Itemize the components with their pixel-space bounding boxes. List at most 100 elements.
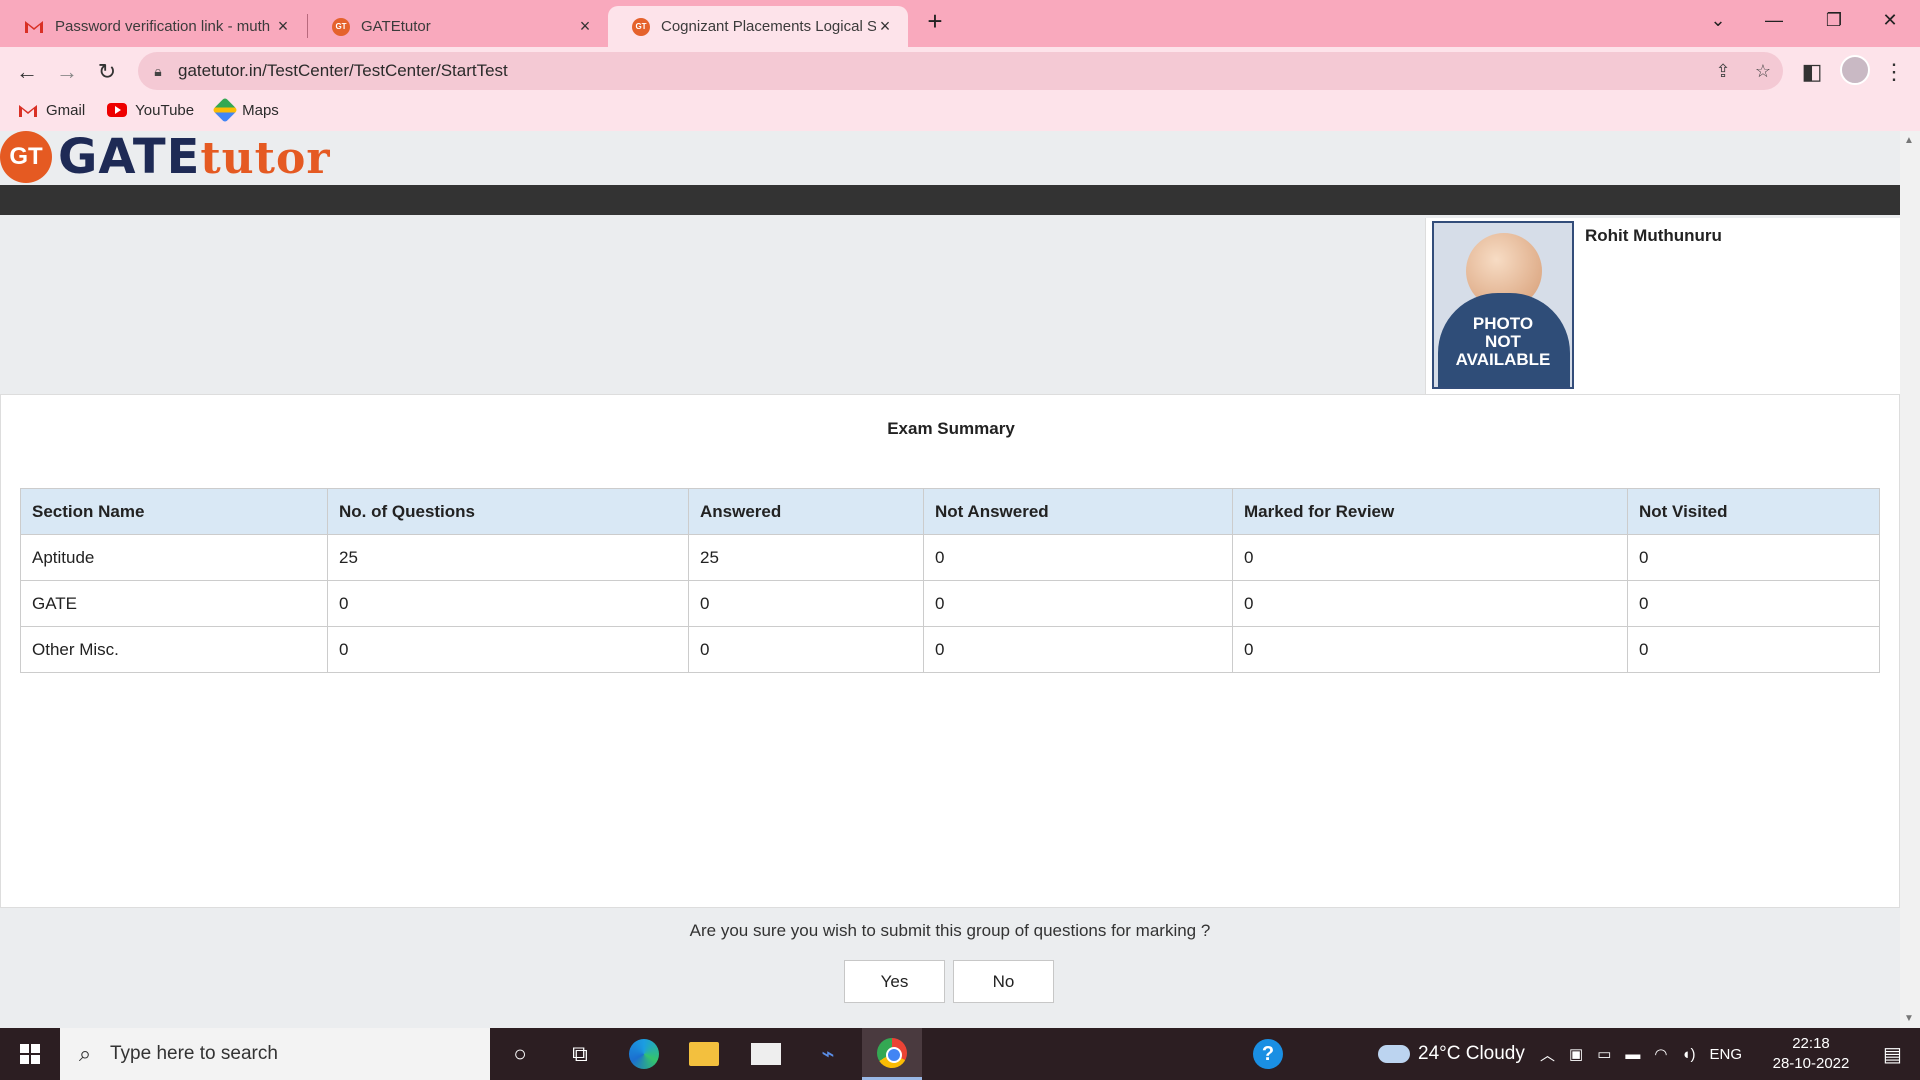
start-button[interactable] <box>0 1028 60 1080</box>
table-cell: 0 <box>688 580 924 627</box>
clock-time: 22:18 <box>1792 1035 1830 1052</box>
mail-app[interactable] <box>736 1028 796 1080</box>
address-bar[interactable]: 🔒︎ gatetutor.in/TestCenter/TestCenter/St… <box>138 52 1783 90</box>
bookmark-gmail[interactable]: Gmail <box>18 102 85 119</box>
gmail-icon <box>25 21 43 33</box>
table-row: Other Misc. 0 0 0 0 0 <box>20 626 1880 673</box>
bookmark-maps[interactable]: Maps <box>212 97 279 123</box>
table-row: GATE 0 0 0 0 0 <box>20 580 1880 627</box>
windows-logo-icon <box>20 1044 40 1064</box>
site-header: GT GATEtutor <box>0 129 1900 185</box>
search-placeholder: Type here to search <box>110 1043 278 1064</box>
language-indicator[interactable]: ENG <box>1710 1046 1743 1063</box>
url-text[interactable]: gatetutor.in/TestCenter/TestCenter/Start… <box>178 61 1703 81</box>
scroll-up-icon[interactable]: ▲ <box>1904 135 1914 146</box>
reload-icon[interactable]: ↻ <box>90 55 124 89</box>
exam-summary-table: Section Name No. of Questions Answered N… <box>20 488 1880 673</box>
table-cell: 0 <box>923 580 1233 627</box>
back-icon[interactable]: ← <box>10 55 44 89</box>
photo-caption: PHOTO NOT AVAILABLE <box>1434 315 1572 369</box>
table-cell: 0 <box>1232 580 1628 627</box>
table-cell: 0 <box>688 626 924 673</box>
close-icon[interactable]: × <box>274 16 292 37</box>
table-cell: Aptitude <box>20 534 328 581</box>
logo-accent-text: tutor <box>200 133 331 184</box>
table-cell: 25 <box>688 534 924 581</box>
gatetutor-logo-text: GATEtutor <box>58 129 331 185</box>
display-icon[interactable]: ▭ <box>1597 1045 1611 1063</box>
exam-summary-panel: Exam Summary Section Name No. of Questio… <box>0 394 1900 908</box>
tab-gatetutor[interactable]: GT GATEtutor × <box>308 6 608 47</box>
table-cell: 0 <box>1627 626 1880 673</box>
battery-icon[interactable]: ▬ <box>1625 1046 1640 1063</box>
weather-widget[interactable]: 24°C Cloudy <box>1378 1028 1525 1080</box>
system-tray: ︿ ▣ ▭ ▬ ◠ ◖) ENG <box>1540 1028 1742 1080</box>
bookmark-label: Gmail <box>46 101 86 119</box>
help-app[interactable]: ? <box>1238 1028 1298 1080</box>
search-icon: ⌕ <box>78 1041 92 1066</box>
close-icon[interactable]: × <box>876 16 894 37</box>
minimize-button[interactable]: — <box>1746 0 1802 40</box>
chrome-app[interactable] <box>862 1028 922 1080</box>
edge-icon <box>629 1039 659 1069</box>
help-icon: ? <box>1253 1039 1283 1069</box>
table-cell: GATE <box>20 580 328 627</box>
table-cell: 0 <box>327 580 689 627</box>
windows-taskbar: ⌕ Type here to search ○ ⧉ ⌁ ? 24°C Cloud… <box>0 1028 1920 1080</box>
cortana-icon[interactable]: ○ <box>490 1028 550 1080</box>
tab-title: Password verification link - muth <box>55 18 271 35</box>
folder-icon <box>689 1042 719 1066</box>
scroll-down-icon[interactable]: ▼ <box>1904 1013 1914 1024</box>
page-scrollbar[interactable]: ▲ ▼ <box>1900 131 1920 1028</box>
app-shortcut[interactable]: ⌁ <box>798 1028 858 1080</box>
bookmark-youtube[interactable]: YouTube <box>107 102 194 119</box>
table-cell: 0 <box>1627 534 1880 581</box>
wifi-icon[interactable]: ◠ <box>1654 1045 1667 1063</box>
taskbar-search-box[interactable]: ⌕ Type here to search <box>60 1028 490 1080</box>
window-close-button[interactable]: ✕ <box>1862 0 1918 40</box>
tab-title: GATEtutor <box>361 18 431 35</box>
forward-icon[interactable]: → <box>50 55 84 89</box>
tab-gmail[interactable]: Password verification link - muth × <box>0 6 306 47</box>
notification-icon[interactable]: ▤ <box>1865 1028 1920 1080</box>
menu-icon[interactable]: ⋮ <box>1877 55 1911 89</box>
table-cell: 0 <box>923 534 1233 581</box>
tab-cognizant-test[interactable]: GT Cognizant Placements Logical Sa × <box>608 6 908 47</box>
file-explorer-app[interactable] <box>674 1028 734 1080</box>
gatetutor-logo-badge: GT <box>0 131 52 183</box>
photo-caption-line: AVAILABLE <box>1455 350 1551 369</box>
share-icon[interactable]: ⇪ <box>1703 61 1743 82</box>
restore-button[interactable]: ❐ <box>1806 0 1862 40</box>
new-tab-button[interactable]: + <box>920 6 950 36</box>
side-panel-icon[interactable]: ◧ <box>1795 55 1829 89</box>
edge-app[interactable] <box>614 1028 674 1080</box>
meet-icon[interactable]: ▣ <box>1569 1045 1583 1063</box>
weather-text: 24°C Cloudy <box>1418 1043 1525 1064</box>
table-cell: 25 <box>327 534 689 581</box>
column-header: Answered <box>688 488 924 535</box>
column-header: No. of Questions <box>327 488 689 535</box>
bookmark-star-icon[interactable]: ☆ <box>1743 61 1783 82</box>
tab-title: Cognizant Placements Logical Sa <box>661 18 876 35</box>
close-icon[interactable]: × <box>576 16 594 37</box>
volume-icon[interactable]: ◖) <box>1681 1046 1695 1063</box>
lock-icon[interactable]: 🔒︎ <box>138 63 178 80</box>
mail-icon <box>751 1043 781 1065</box>
table-cell: 0 <box>327 626 689 673</box>
table-row: Aptitude 25 25 0 0 0 <box>20 534 1880 581</box>
gatetutor-icon: GT <box>632 17 650 36</box>
chrome-icon <box>877 1037 907 1068</box>
candidate-photo-placeholder: PHOTO NOT AVAILABLE <box>1432 221 1574 389</box>
table-cell: Other Misc. <box>20 626 328 673</box>
task-view-icon[interactable]: ⧉ <box>550 1028 610 1080</box>
column-header: Not Visited <box>1627 488 1880 535</box>
exam-summary-title: Exam Summary <box>887 419 1015 438</box>
tab-search-icon[interactable]: ⌄ <box>1690 0 1746 40</box>
chevron-up-icon[interactable]: ︿ <box>1540 1044 1555 1065</box>
submit-confirm-text: Are you sure you wish to submit this gro… <box>689 921 1211 940</box>
no-button[interactable]: No <box>953 960 1054 1003</box>
profile-avatar[interactable] <box>1840 55 1870 85</box>
system-clock[interactable]: 22:18 28-10-2022 <box>1766 1034 1856 1074</box>
yes-button[interactable]: Yes <box>844 960 945 1003</box>
table-cell: 0 <box>1232 534 1628 581</box>
